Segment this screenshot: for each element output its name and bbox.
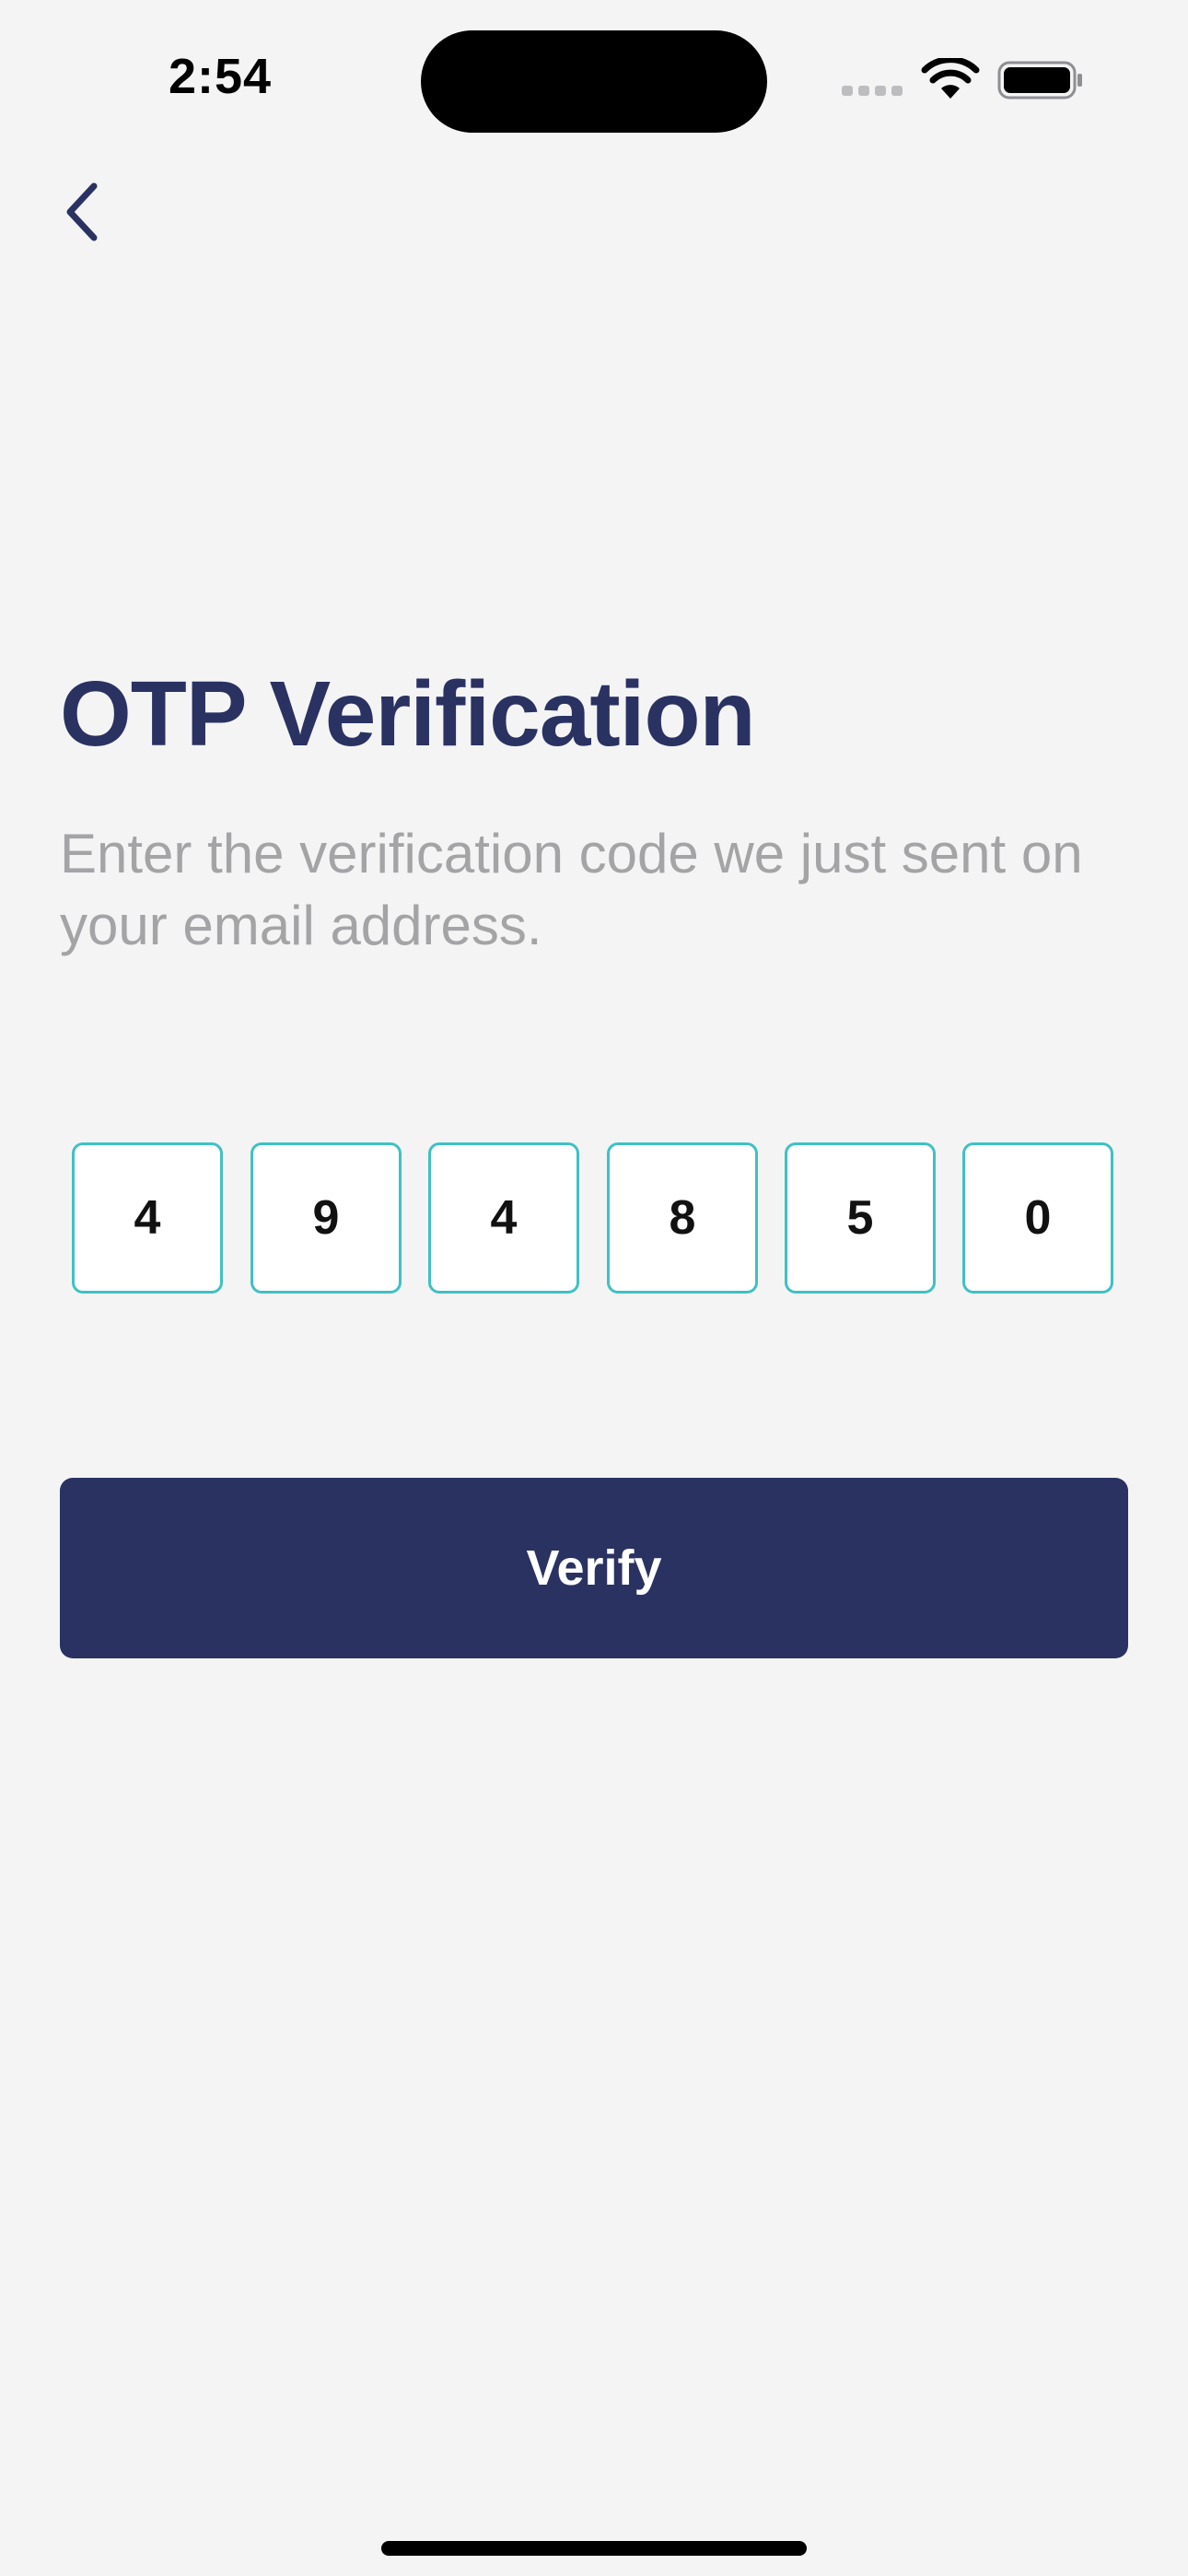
page-title: OTP Verification xyxy=(60,662,756,766)
otp-digit-1[interactable]: 4 xyxy=(72,1142,223,1294)
dynamic-island xyxy=(421,30,767,133)
status-bar: 2:54 xyxy=(0,0,1188,147)
otp-digit-6[interactable]: 0 xyxy=(962,1142,1113,1294)
battery-icon xyxy=(997,61,1082,100)
otp-input-group: 4 9 4 8 5 0 xyxy=(72,1142,1116,1295)
chevron-left-icon xyxy=(66,182,98,241)
page-subtitle: Enter the verification code we just sent… xyxy=(60,823,1083,956)
wifi-icon xyxy=(921,58,980,99)
back-button[interactable] xyxy=(52,175,116,249)
home-indicator xyxy=(381,2541,807,2556)
otp-digit-5[interactable]: 5 xyxy=(785,1142,936,1294)
verify-button[interactable]: Verify xyxy=(60,1478,1128,1658)
otp-digit-2[interactable]: 9 xyxy=(250,1142,402,1294)
status-time: 2:54 xyxy=(169,49,273,104)
cellular-signal-icon xyxy=(842,86,904,97)
otp-digit-3[interactable]: 4 xyxy=(428,1142,579,1294)
otp-digit-4[interactable]: 8 xyxy=(607,1142,758,1294)
